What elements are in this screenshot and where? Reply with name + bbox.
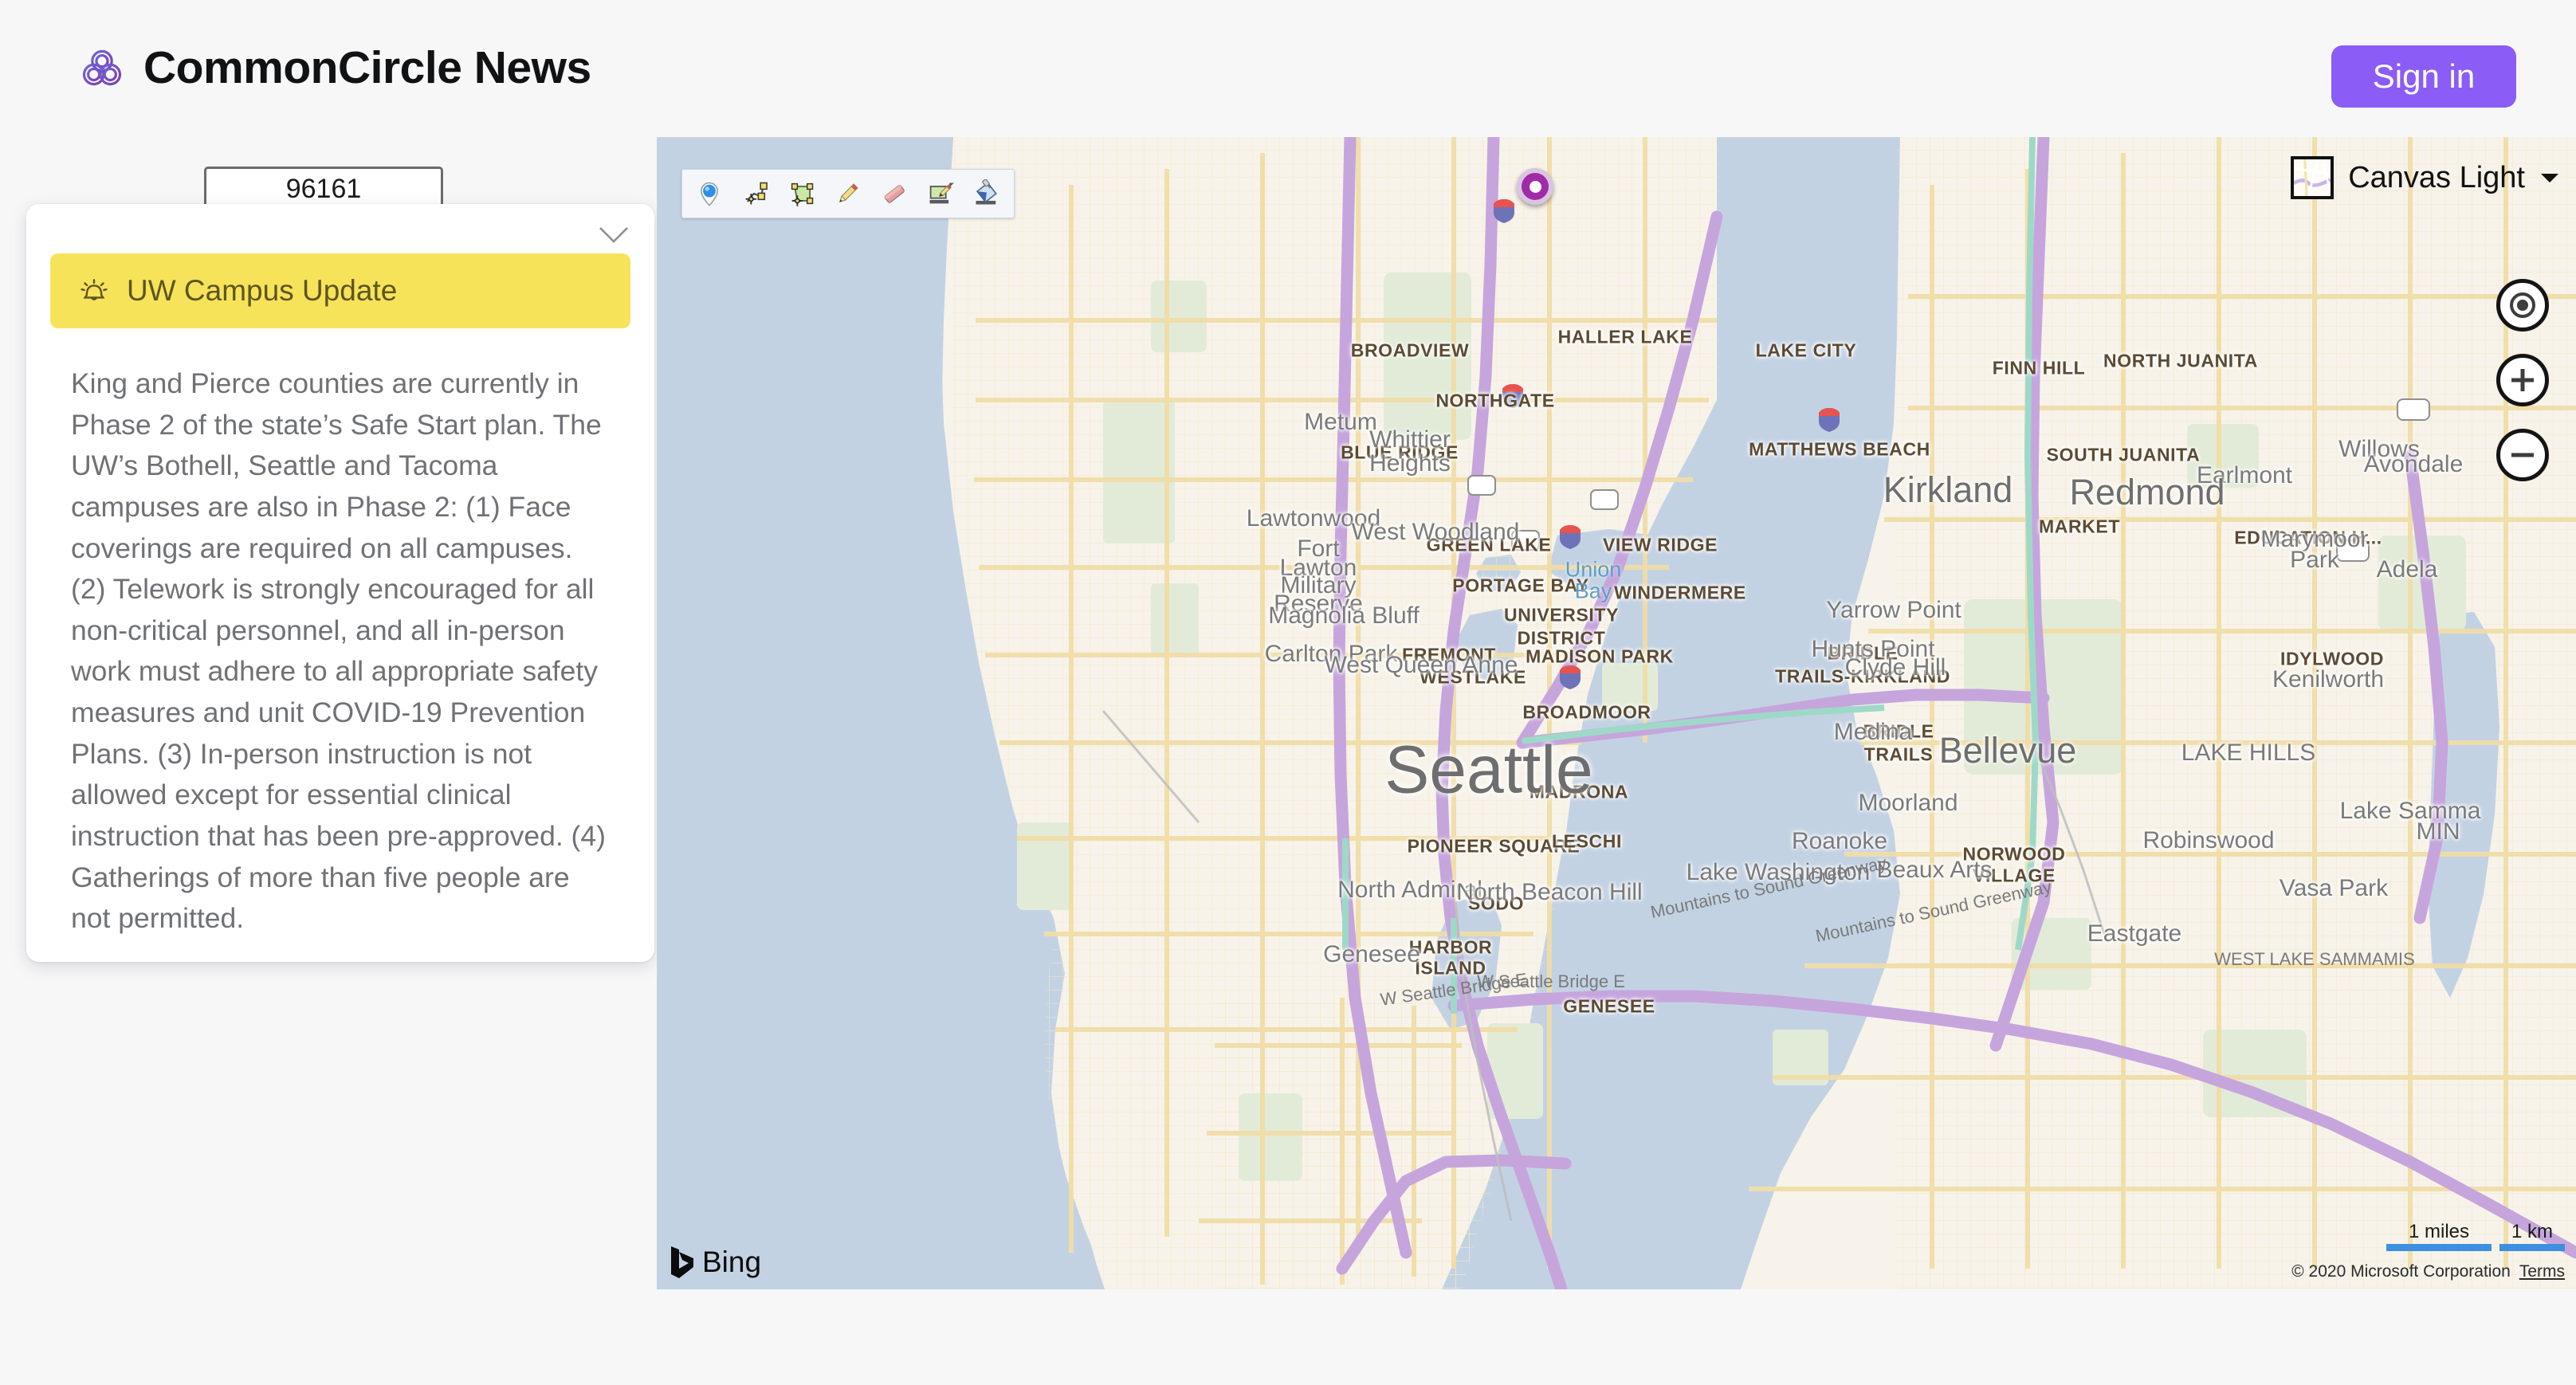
interstate-shield-icon (1816, 406, 1842, 433)
bing-logo-icon (671, 1246, 693, 1278)
pushpin-icon (701, 182, 718, 206)
eraser-icon (884, 185, 905, 203)
map-terms-link[interactable]: Terms (2519, 1262, 2565, 1281)
interstate-shield-icon (1557, 663, 1583, 690)
scale-km-bar (2499, 1244, 2565, 1251)
edit-shape-icon (929, 182, 954, 204)
sign-in-button[interactable]: Sign in (2331, 45, 2516, 108)
alert-banner: UW Campus Update (50, 253, 630, 328)
triskelion-knot-logo-icon (82, 49, 122, 86)
bing-logo[interactable]: Bing (669, 1245, 761, 1280)
draw-polygon-tool[interactable] (779, 173, 824, 214)
map-copyright-text: © 2020 Microsoft Corporation (2291, 1262, 2511, 1281)
chevron-down-icon[interactable] (2539, 171, 2560, 184)
draw-edit-tool[interactable] (918, 173, 963, 214)
alarm-bell-icon (80, 279, 108, 300)
map-style-label: Canvas Light (2348, 160, 2525, 194)
zoom-out-button[interactable] (2496, 429, 2549, 481)
map-style-selector[interactable]: Canvas Light (2291, 156, 2560, 199)
locate-me-button[interactable] (2496, 279, 2549, 332)
scale-miles: 1 miles (2386, 1222, 2492, 1251)
chevron-down-icon (599, 227, 628, 243)
map-canvas[interactable] (657, 137, 2576, 1289)
draw-pencil-tool[interactable] (826, 173, 870, 214)
map-draw-toolbar[interactable] (681, 169, 1015, 218)
scale-miles-bar (2386, 1244, 2492, 1251)
alert-body-text: King and Pierce counties are currently i… (71, 367, 606, 935)
alert-banner-title: UW Campus Update (127, 274, 398, 307)
map-scalebar: 1 miles 1 km (2386, 1222, 2565, 1251)
plus-icon (2511, 369, 2534, 391)
draw-pushpin-tool[interactable] (687, 173, 732, 214)
selected-location-marker[interactable] (1517, 168, 1553, 205)
interstate-shield-icon (1491, 197, 1517, 224)
map-copyright: © 2020 Microsoft Corporation Terms (2291, 1262, 2565, 1281)
bing-logo-text: Bing (702, 1246, 762, 1278)
brand: CommonCircle News (78, 41, 591, 94)
pencil-icon (838, 183, 858, 203)
target-locate-icon (2510, 292, 2535, 318)
draw-polyline-tool[interactable] (733, 173, 778, 214)
zoom-in-button[interactable] (2496, 354, 2549, 406)
alert-card: UW Campus Update King and Pierce countie… (26, 204, 654, 962)
map-thumbnail-icon (2291, 156, 2334, 199)
interstate-shield-icon (1557, 523, 1583, 550)
scale-km-label: 1 km (2511, 1221, 2553, 1242)
minus-icon (2511, 453, 2534, 457)
draw-erase-tool[interactable] (872, 173, 917, 214)
interstate-shield-icon (1500, 382, 1526, 409)
fill-style-icon (976, 179, 997, 205)
marker-center-dot (1529, 180, 1541, 193)
scale-miles-label: 1 miles (2408, 1221, 2470, 1242)
draw-fill-tool[interactable] (964, 173, 1009, 214)
alert-collapse-toggle[interactable] (589, 210, 638, 260)
map-nav-controls[interactable] (2496, 279, 2549, 481)
scale-km: 1 km (2499, 1222, 2565, 1251)
page-title: CommonCircle News (143, 42, 591, 93)
map-panel[interactable]: BROADVIEW HALLER LAKE LAKE CITY FINN HILL NO… (657, 137, 2576, 1289)
polygon-icon (791, 182, 814, 206)
polyline-icon (745, 182, 768, 205)
